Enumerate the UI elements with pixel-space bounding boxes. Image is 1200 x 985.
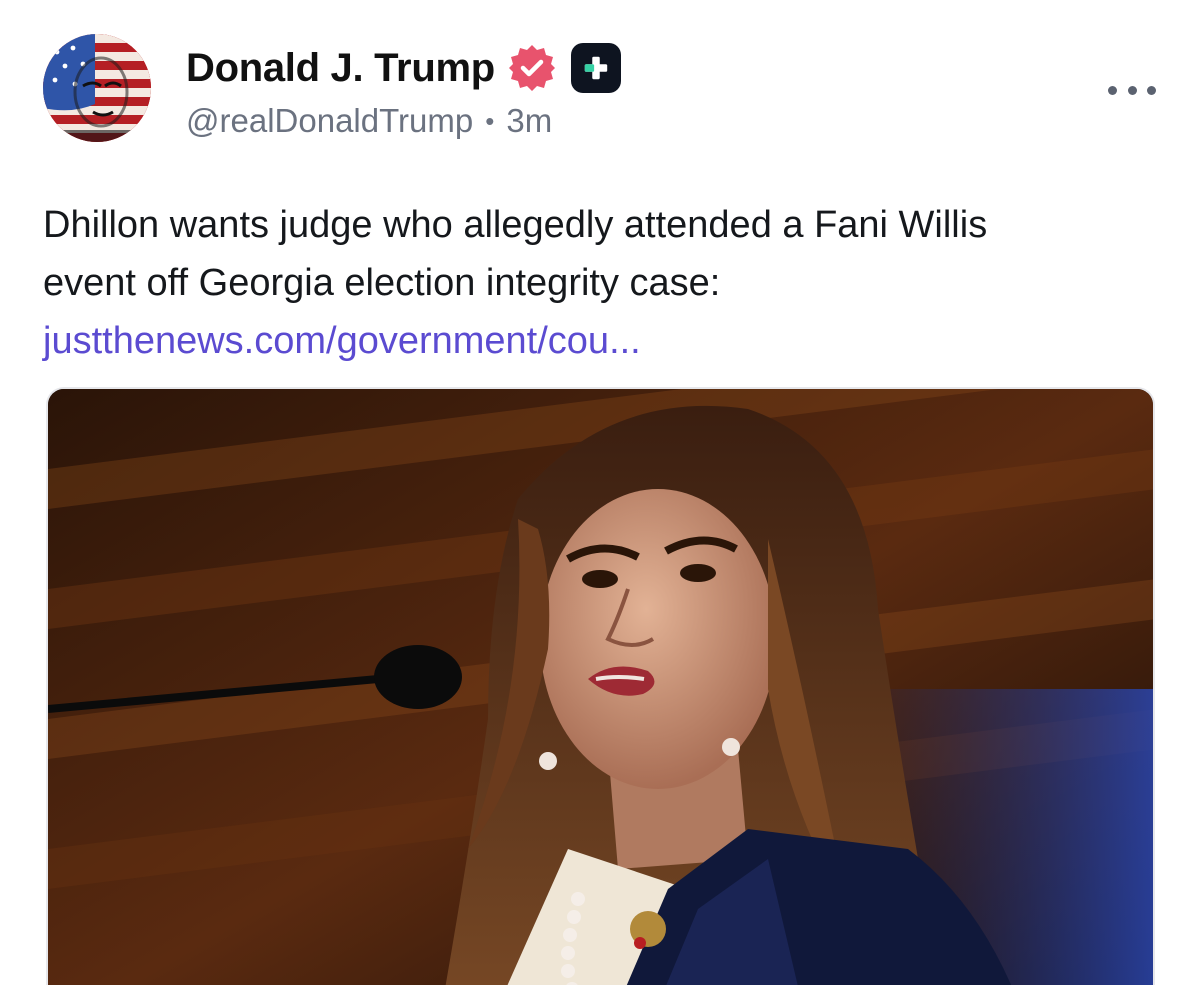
author-name-row: Donald J. Trump (186, 40, 621, 96)
more-dot (1127, 85, 1137, 95)
more-dot (1108, 85, 1117, 95)
post-timestamp[interactable]: 3m (506, 102, 552, 140)
separator-dot: • (485, 105, 495, 136)
post-link[interactable]: justthenews.com/government/cou... (43, 312, 1163, 370)
post-text-line: Dhillon wants judge who allegedly attend… (43, 204, 988, 246)
speaker-photo (48, 389, 1153, 985)
plus-badge-icon (570, 43, 621, 93)
more-dot (1147, 85, 1156, 95)
author-display-name[interactable]: Donald J. Trump (186, 46, 495, 91)
author-handle[interactable]: @realDonaldTrump (186, 102, 473, 140)
avatar-flag-face-icon (43, 34, 151, 142)
author-handle-row: @realDonaldTrump • 3m (186, 102, 552, 140)
post-text-line: event off Georgia election integrity cas… (43, 262, 721, 304)
author-avatar[interactable] (43, 34, 151, 142)
post-card: Donald J. Trump @realDonaldTrump • 3m Dh… (0, 0, 1200, 985)
more-options-icon[interactable] (1108, 80, 1156, 100)
link-preview-image[interactable] (46, 387, 1155, 985)
verified-badge-icon (507, 43, 557, 93)
post-body: Dhillon wants judge who allegedly attend… (43, 196, 1163, 370)
